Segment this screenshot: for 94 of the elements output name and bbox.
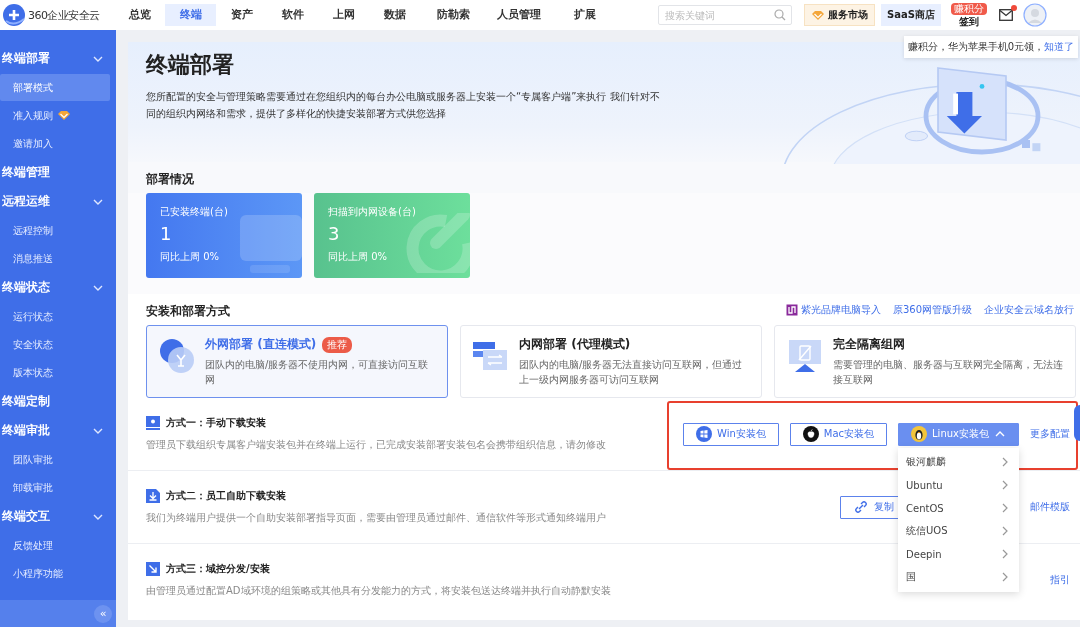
sidebar-item[interactable]: 反馈处理	[0, 532, 110, 559]
tooltip-link[interactable]: 知道了	[1044, 41, 1074, 52]
tooltip-text: 赚积分，华为苹果手机0元领，	[907, 41, 1044, 52]
logo-text: 360企业安全云	[28, 7, 100, 23]
sidebar-group[interactable]: 远程运维	[0, 187, 116, 216]
points-badge: 赚积分	[950, 2, 987, 15]
mode-title: 内网部署 (代理模式)	[519, 336, 631, 353]
stat-value: 3	[328, 223, 341, 244]
link[interactable]: 指引	[1050, 573, 1070, 587]
monitor-icon	[146, 416, 160, 430]
sidebar-item[interactable]: 运行状态	[0, 303, 110, 330]
mode-card[interactable]: 外网部署 (直连模式) 推荐 团队内的电脑/服务器不使用内网，可直接访问互联网	[146, 325, 448, 398]
nav-tab[interactable]: 数据	[369, 4, 420, 26]
mode-description: 团队内的电脑/服务器无法直接访问互联网，但通过上一级内网服务器可访问互联网	[519, 358, 744, 387]
method-title: 方式二：员工自助下载安装	[166, 489, 286, 503]
collapse-button[interactable]: «	[94, 604, 112, 623]
method-description: 由管理员通过配置AD域环境的组策略或其他具有分发能力的方式，将安装包送达终端并执行自动静默安装	[146, 584, 611, 598]
sidebar-item[interactable]: 安全状态	[0, 331, 110, 358]
service-market-button[interactable]: 服务市场	[804, 4, 875, 26]
section-heading: 安装和部署方式	[145, 303, 231, 320]
gem-icon	[811, 9, 825, 21]
menu-item[interactable]: 国	[898, 565, 1019, 589]
sign-in-button[interactable]: 签到	[958, 14, 979, 28]
sidebar-item[interactable]: 准入规则	[0, 102, 110, 129]
monitor-icon	[238, 213, 302, 273]
method-description: 管理员下载组织专属客户端安装包并在终端上运行，已完成安装部署安装包名会携带组织信息，请勿修改	[146, 438, 606, 452]
stat-label: 已安装终端(台)	[160, 205, 229, 219]
sidebar-group[interactable]: 终端部署	[0, 44, 116, 73]
sidebar-item[interactable]: 远程控制	[0, 217, 110, 244]
nav-tab[interactable]: 软件	[267, 4, 318, 26]
sidebar-group[interactable]: 终端管理	[0, 158, 116, 187]
sidebar-item[interactable]: 邀请加入	[0, 130, 110, 157]
nav-tab[interactable]: 资产	[216, 4, 267, 26]
mode-description: 需要管理的电脑、服务器与互联网完全隔离，无法连接互联网	[833, 358, 1064, 387]
nav-tab[interactable]: 防勒索	[420, 4, 486, 26]
windows-icon	[696, 426, 712, 442]
stat-comparison: 同比上周 0%	[160, 250, 221, 264]
link[interactable]: 原360网管版升级	[892, 302, 972, 317]
arrow-icon	[146, 562, 160, 576]
nav-tab[interactable]: 上网	[318, 4, 369, 26]
page-description: 您所配置的安全与管理策略需要通过在您组织内的每台办公电脑或服务器上安装一个“专属客户端”来执行 我们针对不同的组织内网络和需求，提供了多样化的快捷安装部署方式供您选择	[146, 90, 661, 121]
stat-comparison: 同比上周 0%	[328, 250, 389, 264]
apple-icon	[802, 426, 819, 442]
download-button[interactable]: Mac安装包	[789, 422, 888, 446]
method-title: 方式三：域控分发/安装	[166, 562, 270, 576]
menu-item[interactable]: CentOS	[898, 496, 1019, 520]
link[interactable]: 紫光品牌电脑导入	[785, 302, 881, 317]
mode-title: 外网部署 (直连模式)	[205, 336, 317, 353]
method-description: 我们为终端用户提供一个自助安装部署指导页面，需要由管理员通过邮件、通信软件等形式通知终端用户	[146, 511, 606, 525]
search-field[interactable]: 搜索关键词	[658, 5, 792, 25]
mode-card[interactable]: 内网部署 (代理模式) 团队内的电脑/服务器无法直接访问互联网，但通过上一级内网服务器可访问互联网	[460, 325, 762, 398]
link[interactable]: 更多配置	[1030, 427, 1070, 441]
download-button[interactable]: Win安装包	[683, 422, 779, 446]
nav-tab[interactable]: 终端	[165, 4, 216, 26]
brand-icon	[785, 303, 798, 316]
download-button[interactable]: Linux安装包	[898, 422, 1019, 446]
search-icon	[774, 9, 786, 21]
download-icon	[146, 489, 160, 503]
sidebar-item[interactable]: 团队审批	[0, 446, 110, 473]
sidebar-item[interactable]: 部署模式	[0, 74, 110, 101]
recommended-badge: 推荐	[322, 336, 353, 353]
sidebar-group[interactable]: 终端审批	[0, 416, 116, 445]
sidebar-group[interactable]: 终端交互	[0, 502, 116, 531]
nav-tab[interactable]: 总览	[114, 4, 165, 26]
sidebar-group[interactable]: 终端状态	[0, 273, 116, 302]
stat-label: 扫描到内网设备(台)	[328, 205, 417, 219]
link-icon	[853, 499, 869, 515]
link[interactable]: 邮件模版	[1030, 500, 1070, 514]
mode-title: 完全隔离组网	[833, 336, 905, 353]
menu-item[interactable]: Ubuntu	[898, 473, 1019, 497]
stat-value: 1	[160, 223, 173, 244]
menu-item[interactable]: 银河麒麟	[898, 450, 1019, 474]
mode-description: 团队内的电脑/服务器不使用内网，可直接访问互联网	[205, 358, 430, 387]
method-title: 方式一：手动下载安装	[166, 416, 266, 430]
penguin-icon	[911, 426, 928, 442]
section-heading: 部署情况	[128, 162, 1080, 193]
menu-item[interactable]: Deepin	[898, 542, 1019, 566]
nav-tab[interactable]: 扩展	[552, 4, 618, 26]
sidebar-item[interactable]: 小程序功能	[0, 560, 110, 587]
sidebar-item[interactable]: 版本状态	[0, 359, 110, 386]
floating-button[interactable]	[1074, 405, 1080, 441]
sidebar-item[interactable]: 卸载审批	[0, 474, 110, 501]
nav-tab[interactable]: 人员管理	[486, 4, 552, 26]
avatar-icon	[1022, 3, 1047, 27]
sidebar-item[interactable]: 消息推送	[0, 245, 110, 272]
globe-icon	[159, 338, 195, 374]
sidebar-group[interactable]: 终端定制	[0, 387, 116, 416]
mail-icon	[998, 9, 1013, 21]
saas-store-button[interactable]: SaaS商店	[881, 4, 941, 26]
monitor-icon	[787, 338, 823, 374]
mode-card[interactable]: 完全隔离组网 需要管理的电脑、服务器与互联网完全隔离，无法连接互联网	[774, 325, 1076, 398]
page-title: 终端部署	[146, 51, 235, 79]
link[interactable]: 企业安全云域名放行	[984, 302, 1074, 317]
menu-item[interactable]: 统信UOS	[898, 519, 1019, 543]
